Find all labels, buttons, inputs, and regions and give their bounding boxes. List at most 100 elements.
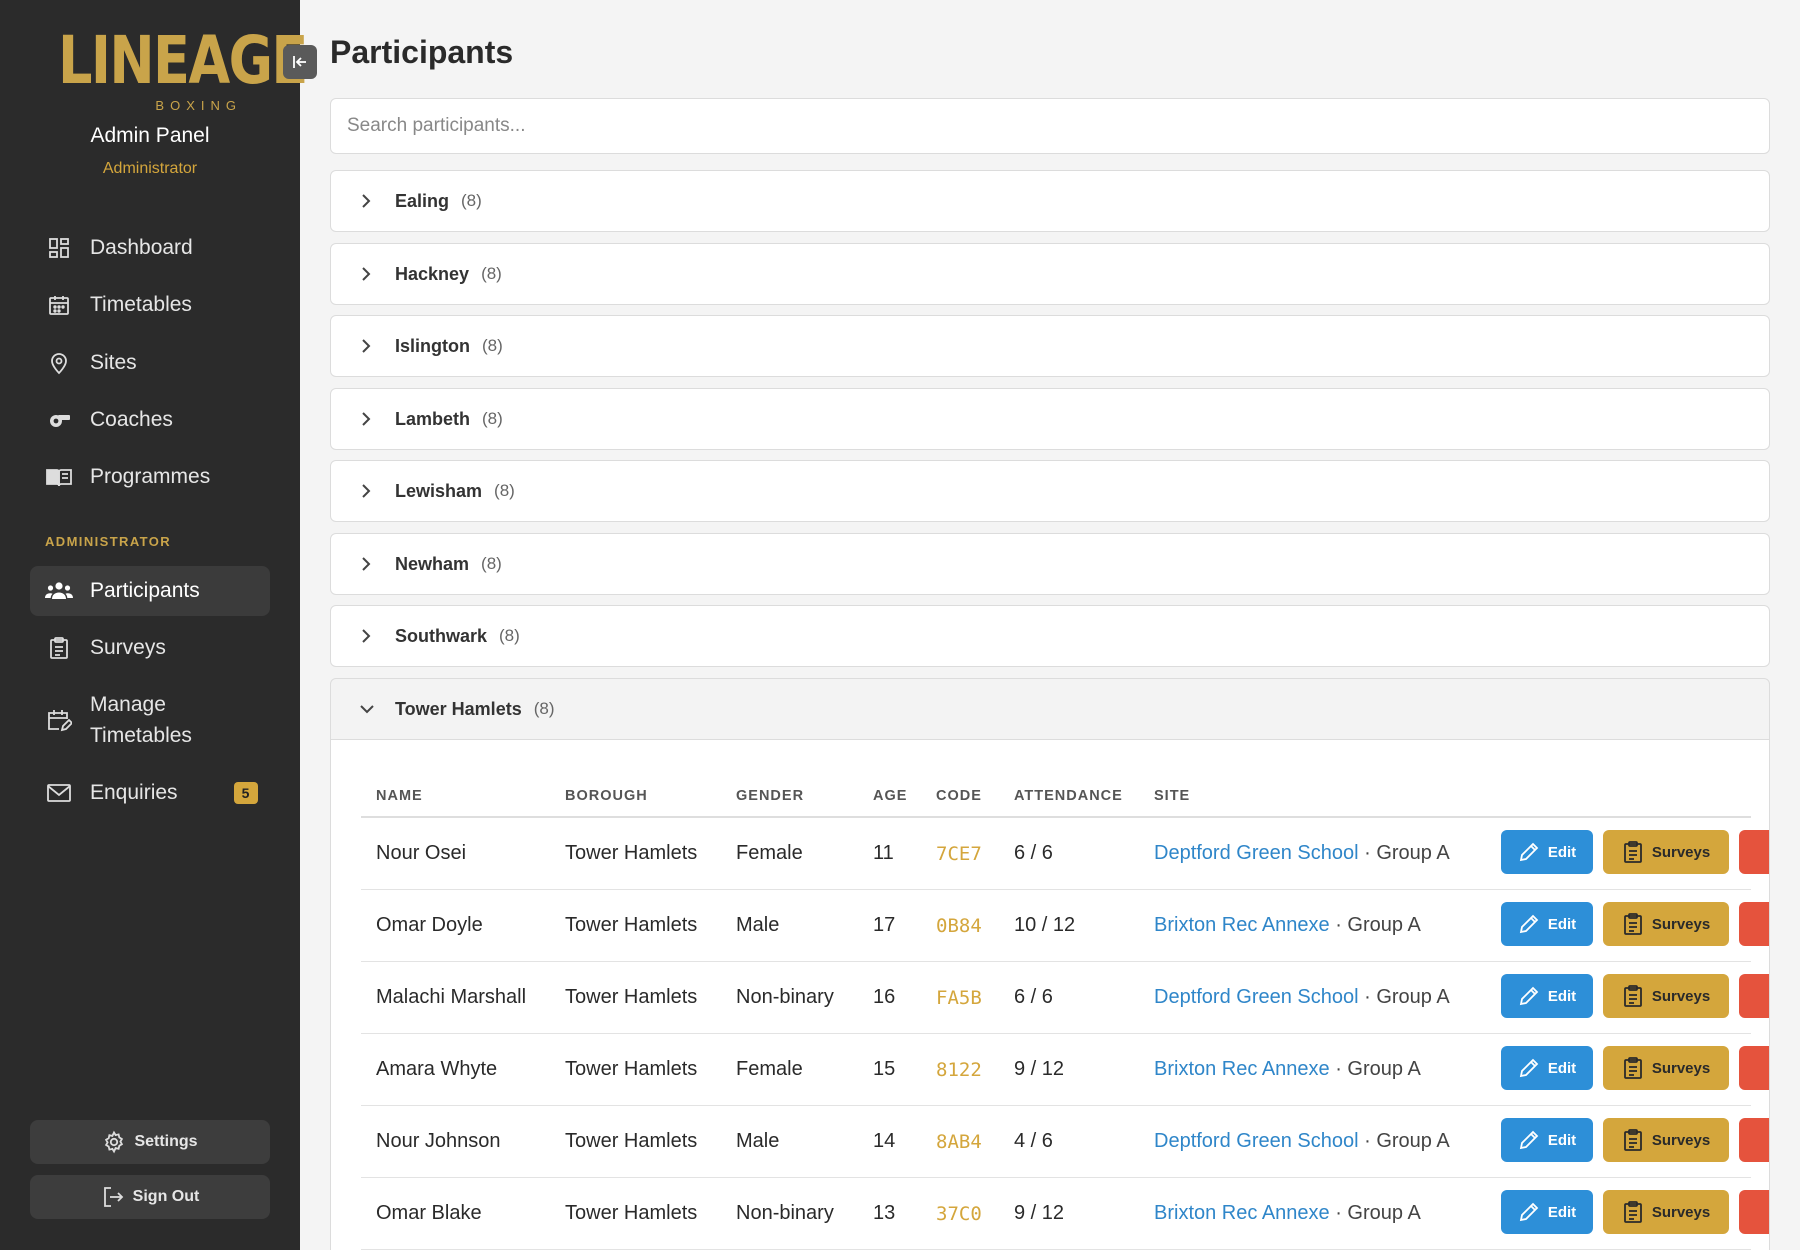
whistle-icon xyxy=(44,405,74,435)
surveys-button[interactable]: Surveys xyxy=(1603,1046,1729,1090)
nav-item-timetables[interactable]: Timetables xyxy=(30,280,270,330)
column-header-borough[interactable]: BOROUGH xyxy=(565,788,648,804)
column-header-site[interactable]: SITE xyxy=(1154,788,1190,804)
participant-attendance: 10 / 12 xyxy=(1014,914,1076,936)
nav-item-surveys[interactable]: Surveys xyxy=(30,623,270,673)
group-tower-hamlets[interactable]: Tower Hamlets (8) xyxy=(330,678,1770,740)
delete-button[interactable] xyxy=(1739,974,1769,1018)
site-link[interactable]: Brixton Rec Annexe xyxy=(1154,1202,1330,1224)
delete-button[interactable] xyxy=(1739,830,1769,874)
group-name: Tower Hamlets xyxy=(395,698,522,719)
group-count: (8) xyxy=(494,481,515,500)
edit-label: Edit xyxy=(1547,987,1577,1005)
participant-gender: Male xyxy=(736,914,780,936)
group-newham[interactable]: Newham (8) xyxy=(330,533,1770,595)
column-header-attendance[interactable]: ATTENDANCE xyxy=(1014,788,1123,804)
delete-button[interactable] xyxy=(1739,1190,1769,1234)
column-header-code[interactable]: CODE xyxy=(936,788,982,804)
edit-button[interactable]: Edit xyxy=(1501,1046,1593,1090)
lineage-boxing-logo[interactable]: LINEAGE BOXING xyxy=(58,22,308,116)
group-islington[interactable]: Islington (8) xyxy=(330,315,1770,377)
column-header-gender[interactable]: GENDER xyxy=(736,788,804,804)
surveys-button[interactable]: Surveys xyxy=(1603,902,1729,946)
delete-button[interactable] xyxy=(1739,1118,1769,1162)
clipboard-icon xyxy=(1622,840,1644,864)
search-input[interactable] xyxy=(330,98,1770,154)
clipboard-icon xyxy=(1622,1128,1644,1152)
site-link[interactable]: Deptford Green School xyxy=(1154,842,1359,864)
collapse-sidebar-button[interactable] xyxy=(283,45,317,79)
edit-button[interactable]: Edit xyxy=(1501,974,1593,1018)
group-ealing[interactable]: Ealing (8) xyxy=(330,170,1770,232)
pencil-icon xyxy=(1518,913,1540,935)
site-group: · Group A xyxy=(1358,986,1450,1008)
edit-label: Edit xyxy=(1547,1131,1577,1149)
participant-name: Amara Whyte xyxy=(376,1058,498,1080)
nav-item-dashboard[interactable]: Dashboard xyxy=(30,223,270,273)
site-group: · Group A xyxy=(1329,1202,1421,1224)
surveys-label: Surveys xyxy=(1651,915,1711,933)
nav-item-manage-timetables[interactable]: Manage Timetables xyxy=(30,688,270,752)
delete-button[interactable] xyxy=(1739,902,1769,946)
nav-item-label: Coaches xyxy=(90,408,173,431)
participant-code: FA5B xyxy=(936,987,982,1009)
site-link[interactable]: Deptford Green School xyxy=(1154,1130,1359,1152)
site-link[interactable]: Brixton Rec Annexe xyxy=(1154,914,1330,936)
surveys-button[interactable]: Surveys xyxy=(1603,830,1729,874)
table-row: Nour Osei Tower Hamlets Female 11 7CE7 6 / 6 D… xyxy=(361,818,1769,890)
group-name: Lewisham xyxy=(395,480,483,501)
collapse-icon xyxy=(291,53,309,71)
participant-site: Deptford Green School · Group A xyxy=(1154,986,1450,1009)
map-pin-icon xyxy=(44,348,74,378)
surveys-button[interactable]: Surveys xyxy=(1603,1190,1729,1234)
nav-item-enquiries[interactable]: Enquiries 5 xyxy=(30,768,270,818)
surveys-button[interactable]: Surveys xyxy=(1603,1118,1729,1162)
participant-borough: Tower Hamlets xyxy=(565,1130,698,1152)
site-link[interactable]: Brixton Rec Annexe xyxy=(1154,1058,1330,1080)
sign-out-button[interactable]: Sign Out xyxy=(30,1175,270,1219)
edit-button[interactable]: Edit xyxy=(1501,1118,1593,1162)
group-lewisham[interactable]: Lewisham (8) xyxy=(330,460,1770,522)
settings-button[interactable]: Settings xyxy=(30,1120,270,1164)
group-hackney[interactable]: Hackney (8) xyxy=(330,243,1770,305)
group-southwark[interactable]: Southwark (8) xyxy=(330,605,1770,667)
logo-wordmark: LINEAGE xyxy=(58,22,308,99)
nav-item-participants[interactable]: Participants xyxy=(30,566,270,616)
edit-button[interactable]: Edit xyxy=(1501,902,1593,946)
tower-hamlets-panel: NAME BOROUGH GENDER AGE CODE ATTENDANCE … xyxy=(330,740,1770,1250)
edit-label: Edit xyxy=(1547,1059,1577,1077)
nav-item-label: Sites xyxy=(90,351,137,374)
edit-button[interactable]: Edit xyxy=(1501,1190,1593,1234)
participant-borough: Tower Hamlets xyxy=(565,1202,698,1224)
participant-age: 15 xyxy=(873,1058,896,1080)
participant-borough: Tower Hamlets xyxy=(565,986,698,1008)
nav-item-coaches[interactable]: Coaches xyxy=(30,395,270,445)
edit-button[interactable]: Edit xyxy=(1501,830,1593,874)
edit-label: Edit xyxy=(1547,1203,1577,1221)
table-row: Omar Doyle Tower Hamlets Male 17 0B84 10 / 12… xyxy=(361,890,1769,962)
group-count: (8) xyxy=(482,409,503,428)
settings-label: Settings xyxy=(134,1133,198,1150)
dashboard-icon xyxy=(44,233,74,263)
delete-button[interactable] xyxy=(1739,1046,1769,1090)
nav-item-programmes[interactable]: Programmes xyxy=(30,452,270,502)
table-row: Nour Johnson Tower Hamlets Male 14 8AB4 4 / 6… xyxy=(361,1106,1769,1178)
participant-age: 16 xyxy=(873,986,896,1008)
clipboard-icon xyxy=(44,633,74,663)
surveys-button[interactable]: Surveys xyxy=(1603,974,1729,1018)
participant-name: Omar Doyle xyxy=(376,914,483,936)
chevron-right-icon xyxy=(359,628,377,644)
chevron-right-icon xyxy=(359,483,377,499)
participant-gender: Female xyxy=(736,842,803,864)
participant-code: 8122 xyxy=(936,1059,982,1081)
chevron-down-icon xyxy=(359,702,377,716)
group-lambeth[interactable]: Lambeth (8) xyxy=(330,388,1770,450)
participant-gender: Non-binary xyxy=(736,1202,834,1224)
nav-item-sites[interactable]: Sites xyxy=(30,338,270,388)
group-name: Islington xyxy=(395,335,470,356)
participant-age: 17 xyxy=(873,914,896,936)
chevron-right-icon xyxy=(359,193,377,209)
site-link[interactable]: Deptford Green School xyxy=(1154,986,1359,1008)
column-header-age[interactable]: AGE xyxy=(873,788,907,804)
column-header-name[interactable]: NAME xyxy=(376,788,423,804)
